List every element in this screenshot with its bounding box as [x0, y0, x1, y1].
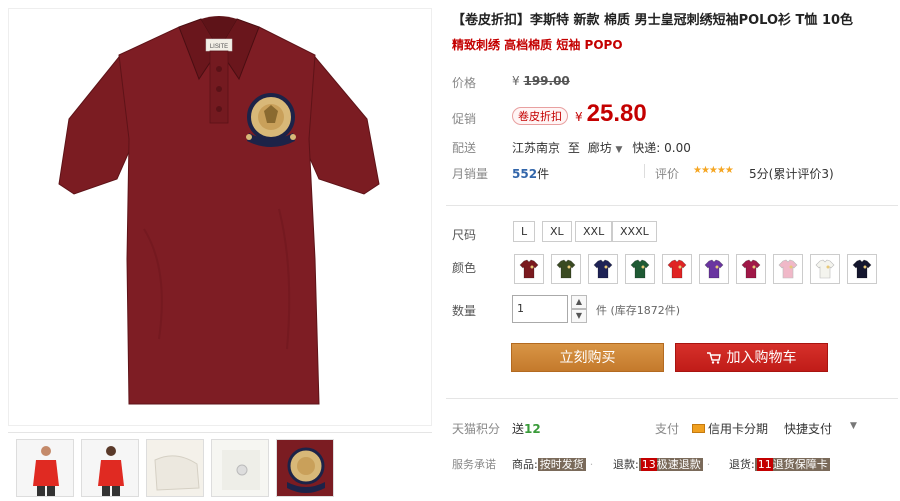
shirt-icon [630, 259, 650, 279]
credit-card-icon [692, 424, 705, 433]
orig-price-label: 价格 [452, 76, 477, 90]
service-prefix: 退款: [613, 458, 639, 471]
shipping-label: 配送 [452, 141, 477, 155]
service-badge: 13极速退款 [638, 458, 703, 471]
color-swatch-5[interactable] [662, 254, 692, 284]
thumbnail-strip [8, 432, 432, 498]
color-swatch-9[interactable] [810, 254, 840, 284]
service-badge-text: 极速退款 [656, 458, 701, 471]
points-text: 送 [512, 422, 525, 436]
thumbnail-2[interactable] [81, 439, 139, 497]
payment-label: 支付 [655, 422, 680, 436]
thumbnail-5[interactable] [276, 439, 334, 497]
promo-price: ¥25.80 [575, 100, 647, 128]
color-swatch-6[interactable] [699, 254, 729, 284]
color-swatch-10[interactable] [847, 254, 877, 284]
shirt-icon [852, 259, 872, 279]
quantity-label: 数量 [452, 304, 477, 318]
color-label: 颜色 [452, 261, 477, 275]
chevron-down-icon[interactable]: ▼ [616, 145, 623, 155]
sales-count-unit: 件 [537, 167, 550, 181]
shirt-icon [556, 259, 576, 279]
product-subtitle: 精致刺绣 高档棉质 短袖 POPO [452, 38, 623, 52]
color-swatch-8[interactable] [773, 254, 803, 284]
thumbnail-1[interactable] [16, 439, 74, 497]
quantity-input[interactable]: 1 [512, 295, 568, 323]
sales-label: 月销量 [452, 167, 489, 181]
add-to-cart-label: 加入购物车 [726, 350, 797, 366]
service-item-refund[interactable]: 退款: 13极速退款 · [613, 456, 710, 472]
service-prefix: 商品: [512, 458, 538, 471]
shirt-icon [667, 259, 687, 279]
service-badge: 按时发货 [537, 458, 586, 471]
shirt-icon [815, 259, 835, 279]
shipping-fee: 快递: 0.00 [632, 141, 691, 155]
service-item-shipping[interactable]: 商品: 按时发货 · [512, 456, 593, 472]
sales-count-value: 552 [512, 167, 538, 181]
size-option-l[interactable]: L [513, 221, 536, 242]
size-option-xxxl[interactable]: XXXL [612, 221, 657, 242]
promo-tag: 卷皮折扣 [512, 107, 568, 125]
color-swatch-4[interactable] [625, 254, 655, 284]
points-info: 送12 [512, 420, 541, 437]
credit-installment-link[interactable]: 信用卡分期 [692, 420, 768, 437]
service-prefix: 退货: [729, 458, 755, 471]
divider [446, 398, 898, 399]
add-to-cart-button[interactable]: 加入购物车 [675, 343, 828, 372]
thumbnail-4[interactable] [211, 439, 269, 497]
service-badge-number: 11 [756, 458, 773, 471]
sales-count: 552件 [512, 165, 549, 182]
shirt-icon [741, 259, 761, 279]
shipping-to-word: 至 [567, 141, 580, 155]
quantity-increase-button[interactable]: ▲ [571, 295, 587, 309]
shipping-from: 江苏南京 [512, 141, 561, 155]
orig-price-value: 199.00 [523, 74, 570, 88]
divider [644, 164, 645, 178]
service-badge-number: 13 [640, 458, 657, 471]
color-swatch-2[interactable] [551, 254, 581, 284]
orig-price-currency: ¥ [512, 74, 520, 88]
size-option-xxl[interactable]: XXL [575, 221, 613, 242]
buy-now-button[interactable]: 立刻购买 [511, 343, 664, 372]
collar-label: LISITE [210, 44, 228, 50]
rating-stars-icon: ★★★★★ [693, 165, 734, 176]
chevron-down-icon[interactable]: ▼ [850, 421, 857, 431]
review-summary-link[interactable]: 5分(累计评价3) [749, 165, 834, 182]
shipping-dest-select[interactable]: 廊坊 [588, 141, 612, 155]
polo-shirt-image: LISITE [58, 16, 380, 405]
shirt-icon [778, 259, 798, 279]
service-label: 服务承诺 [452, 458, 496, 471]
quick-pay-link[interactable]: 快捷支付 [784, 420, 832, 437]
size-label: 尺码 [452, 228, 477, 242]
divider [446, 205, 898, 206]
bullet-icon: · [706, 458, 711, 471]
credit-installment-label: 信用卡分期 [708, 422, 769, 436]
color-swatch-7[interactable] [736, 254, 766, 284]
shirt-icon [593, 259, 613, 279]
cart-icon [706, 352, 721, 364]
shirt-icon [519, 259, 539, 279]
shipping-info: 江苏南京 至 廊坊 ▼ 快递: 0.00 [512, 139, 691, 156]
color-swatch-1[interactable] [514, 254, 544, 284]
product-title: 【卷皮折扣】李斯特 新款 棉质 男士皇冠刺绣短袖POLO衫 T恤 10色 [452, 13, 854, 28]
points-label: 天猫积分 [452, 422, 501, 436]
review-label: 评价 [655, 167, 680, 181]
service-badge: 11退货保障卡 [754, 458, 830, 471]
promo-price-value: 25.80 [586, 100, 647, 127]
orig-price: ¥ 199.00 [512, 74, 570, 88]
shirt-icon [704, 259, 724, 279]
points-value: 12 [524, 422, 541, 436]
stock-note: 件 (库存1872件) [596, 304, 681, 317]
bullet-icon: · [589, 458, 594, 471]
size-option-xl[interactable]: XL [542, 221, 572, 242]
color-swatch-3[interactable] [588, 254, 618, 284]
promo-price-label: 促销 [452, 112, 477, 126]
thumbnail-3[interactable] [146, 439, 204, 497]
main-product-image[interactable]: LISITE [8, 8, 432, 426]
service-item-return[interactable]: 退货: 11退货保障卡 [729, 456, 830, 472]
quantity-decrease-button[interactable]: ▼ [571, 309, 587, 323]
service-badge-text: 退货保障卡 [772, 458, 828, 471]
promo-price-currency: ¥ [575, 110, 583, 124]
